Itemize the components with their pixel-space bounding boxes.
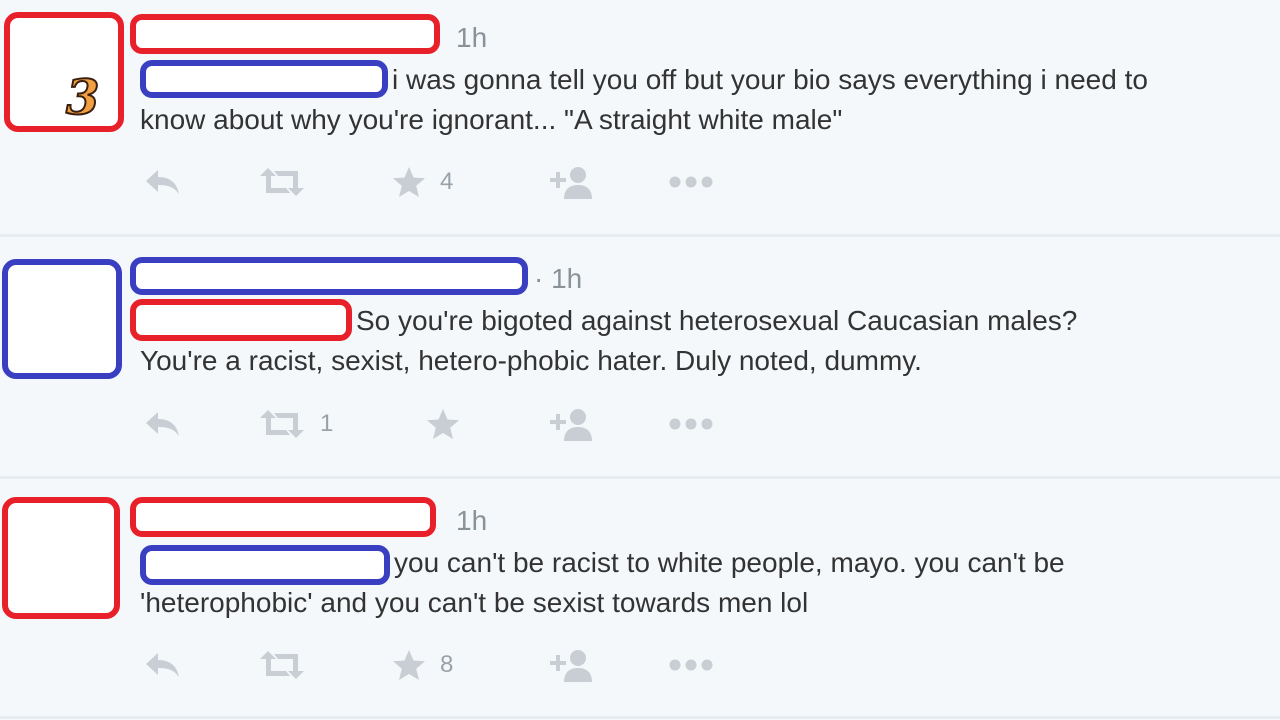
more-icon: [669, 418, 713, 430]
display-name-redacted[interactable]: [130, 497, 436, 537]
tweet-text-line-2: 'heterophobic' and you can't be sexist t…: [140, 587, 809, 618]
reply-icon: [146, 170, 179, 194]
retweet-count: 1: [320, 410, 334, 437]
favorite-button[interactable]: 4: [392, 162, 453, 202]
display-name-redacted[interactable]: [130, 14, 440, 54]
tweet-actions: 8: [0, 645, 1280, 685]
reply-button[interactable]: [144, 645, 182, 685]
tweet-actions: 1: [0, 404, 1280, 444]
tweet-actions: 4: [0, 162, 1280, 202]
timestamp[interactable]: · 1h: [534, 263, 582, 295]
reply-to-handle-redacted[interactable]: [140, 545, 390, 585]
retweet-icon: [260, 168, 304, 196]
tweet-text-line-2: You're a racist, sexist, hetero-phobic h…: [140, 345, 922, 376]
follow-button[interactable]: [548, 404, 594, 444]
avatar[interactable]: [2, 259, 122, 379]
favorite-icon: [393, 167, 425, 197]
reply-to-handle-redacted[interactable]: [140, 60, 388, 98]
favorite-button[interactable]: [426, 404, 474, 444]
favorite-button[interactable]: 8: [392, 645, 453, 685]
follow-icon: [550, 650, 592, 682]
tweet-1: 3 1h i was gonna tell you off but your b…: [0, 0, 1280, 236]
retweet-icon: [260, 651, 304, 679]
more-icon: [669, 176, 713, 188]
retweet-button[interactable]: [258, 162, 320, 202]
timestamp[interactable]: 1h: [456, 22, 487, 54]
favorite-icon: [393, 650, 425, 680]
tweet-text-line-1: you can't be racist to white people, may…: [394, 547, 1065, 578]
tweet-text-line-1: So you're bigoted against heterosexual C…: [356, 305, 1078, 336]
reply-button[interactable]: [144, 162, 182, 202]
timestamp[interactable]: 1h: [456, 505, 487, 537]
more-button[interactable]: [668, 404, 714, 444]
more-icon: [669, 659, 713, 671]
avatar[interactable]: [2, 497, 120, 619]
display-name-redacted[interactable]: [130, 257, 528, 295]
tweet-2: · 1h So you're bigoted against heterosex…: [0, 237, 1280, 477]
follow-button[interactable]: [548, 162, 594, 202]
more-button[interactable]: [668, 162, 714, 202]
reply-button[interactable]: [144, 404, 182, 444]
tweet-text-line-2: know about why you're ignorant... "A str…: [140, 104, 843, 135]
retweet-button[interactable]: 1: [258, 404, 333, 444]
retweet-button[interactable]: [258, 645, 320, 685]
number-badge: 3: [65, 69, 100, 127]
avatar[interactable]: [4, 12, 124, 132]
reply-icon: [146, 412, 179, 436]
retweet-icon: [260, 410, 304, 438]
favorite-icon: [427, 409, 459, 439]
reply-to-handle-redacted[interactable]: [130, 299, 352, 341]
follow-icon: [550, 409, 592, 441]
reply-icon: [146, 653, 179, 677]
tweet-3: 1h you can't be racist to white people, …: [0, 479, 1280, 720]
tweet-text-line-1: i was gonna tell you off but your bio sa…: [392, 64, 1148, 95]
more-button[interactable]: [668, 645, 714, 685]
follow-icon: [550, 167, 592, 199]
follow-button[interactable]: [548, 645, 594, 685]
favorite-count: 4: [440, 168, 454, 195]
favorite-count: 8: [440, 651, 454, 678]
tweet-divider: [0, 716, 1280, 719]
